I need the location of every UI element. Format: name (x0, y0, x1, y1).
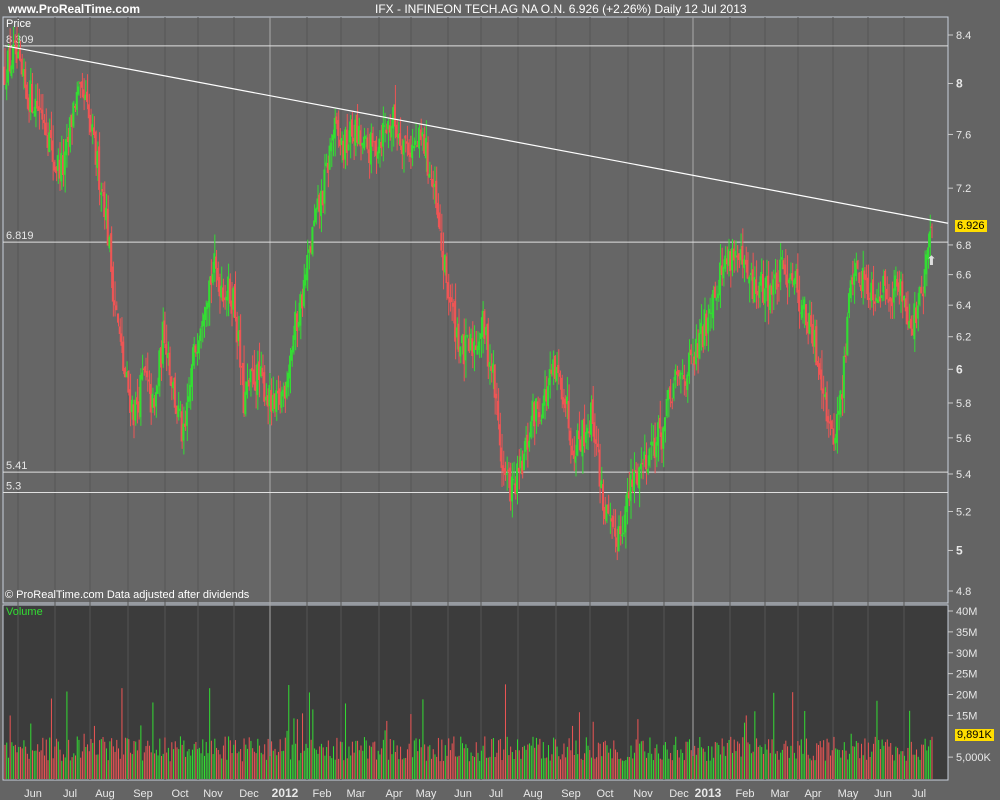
last-volume-badge: 9,891K (955, 729, 994, 741)
volume-panel-label: Volume (6, 606, 43, 618)
y-tick-label: 6.2 (956, 332, 971, 344)
x-tick-label: Apr (385, 788, 402, 800)
x-tick-label: 2012 (272, 786, 299, 800)
level-label: 5.3 (6, 481, 21, 493)
y-tick-label: 7.6 (956, 129, 971, 141)
x-tick-label: Dec (239, 788, 259, 800)
volume-tick-label: 40M (956, 606, 977, 618)
x-tick-label: Aug (95, 788, 115, 800)
x-tick-label: Feb (313, 788, 332, 800)
x-tick-label: Oct (596, 788, 613, 800)
x-tick-label: May (416, 788, 437, 800)
up-arrow-icon: ⬆ (926, 253, 937, 268)
volume-tick-label: 20M (956, 690, 977, 702)
volume-tick-label: 25M (956, 669, 977, 681)
price-volume-chart[interactable]: Jun Jul Aug Sep Oct Nov Dec 2012 Feb Mar Apr May Jun… (0, 0, 1000, 800)
x-tick-label: Jun (874, 788, 892, 800)
x-tick-label: 2013 (695, 786, 722, 800)
x-tick-label: Feb (736, 788, 755, 800)
y-tick-label: 5 (956, 543, 963, 557)
y-tick-label: 7.2 (956, 183, 971, 195)
level-label: 6.819 (6, 230, 34, 242)
x-tick-label: Jul (63, 788, 77, 800)
x-tick-label: Jun (454, 788, 472, 800)
y-tick-label: 6.6 (956, 270, 971, 282)
copyright-footer: © ProRealTime.com Data adjusted after di… (5, 589, 250, 601)
x-tick-label: Oct (171, 788, 188, 800)
y-tick-label: 5.2 (956, 506, 971, 518)
x-tick-label: Aug (523, 788, 543, 800)
x-tick-label: May (838, 788, 859, 800)
x-tick-label: Nov (203, 788, 223, 800)
x-tick-label: Sep (133, 788, 153, 800)
volume-tick-label: 5,000K (956, 752, 992, 764)
x-tick-label: Apr (804, 788, 821, 800)
volume-tick-label: 30M (956, 648, 977, 660)
x-tick-label: Mar (347, 788, 366, 800)
y-tick-label: 6.4 (956, 300, 971, 312)
last-price-badge: 6.926 (955, 220, 987, 232)
price-panel-label: Price (6, 18, 32, 30)
x-tick-label: Sep (561, 788, 581, 800)
x-tick-label: Mar (771, 788, 790, 800)
y-tick-label: 8.4 (956, 30, 971, 42)
x-tick-label: Dec (669, 788, 689, 800)
level-label: 5.41 (6, 460, 27, 472)
y-tick-label: 5.6 (956, 433, 971, 445)
x-tick-label: Jun (24, 788, 42, 800)
y-tick-label: 8 (956, 76, 963, 90)
x-tick-label: Jul (912, 788, 926, 800)
volume-tick-label: 35M (956, 627, 977, 639)
y-tick-label: 6.8 (956, 240, 971, 252)
y-tick-label: 5.4 (956, 469, 971, 481)
x-tick-label: Nov (633, 788, 653, 800)
x-tick-label: Jul (489, 788, 503, 800)
y-tick-label: 4.8 (956, 586, 971, 598)
y-tick-label: 6 (956, 362, 963, 376)
volume-tick-label: 15M (956, 710, 977, 722)
y-tick-label: 5.8 (956, 398, 971, 410)
